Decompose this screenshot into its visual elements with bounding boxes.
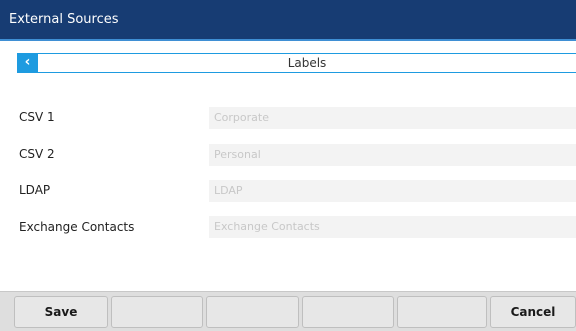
- ldap-input[interactable]: LDAP: [209, 180, 576, 202]
- title-accent-line: [0, 39, 576, 41]
- csv1-label: CSV 1: [19, 110, 55, 124]
- softkey-bar: Save Cancel: [0, 291, 576, 331]
- softkey-5[interactable]: [397, 296, 487, 328]
- save-button[interactable]: Save: [14, 296, 108, 328]
- chevron-left-icon: ‹: [24, 54, 31, 70]
- csv2-input[interactable]: Personal: [209, 144, 576, 166]
- softkey-2[interactable]: [111, 296, 203, 328]
- back-button[interactable]: ‹: [17, 53, 38, 73]
- exchange-contacts-label: Exchange Contacts: [19, 220, 135, 234]
- window-title: External Sources: [9, 12, 119, 27]
- csv2-label: CSV 2: [19, 147, 55, 161]
- csv1-input[interactable]: Corporate: [209, 107, 576, 129]
- softkey-4[interactable]: [302, 296, 394, 328]
- navigation-bar: ‹ Labels: [17, 53, 576, 73]
- exchange-contacts-input[interactable]: Exchange Contacts: [209, 216, 576, 238]
- page-title: Labels: [287, 56, 327, 70]
- ldap-label: LDAP: [19, 183, 51, 197]
- cancel-button[interactable]: Cancel: [490, 296, 576, 328]
- softkey-3[interactable]: [206, 296, 299, 328]
- title-bar: External Sources: [0, 0, 576, 39]
